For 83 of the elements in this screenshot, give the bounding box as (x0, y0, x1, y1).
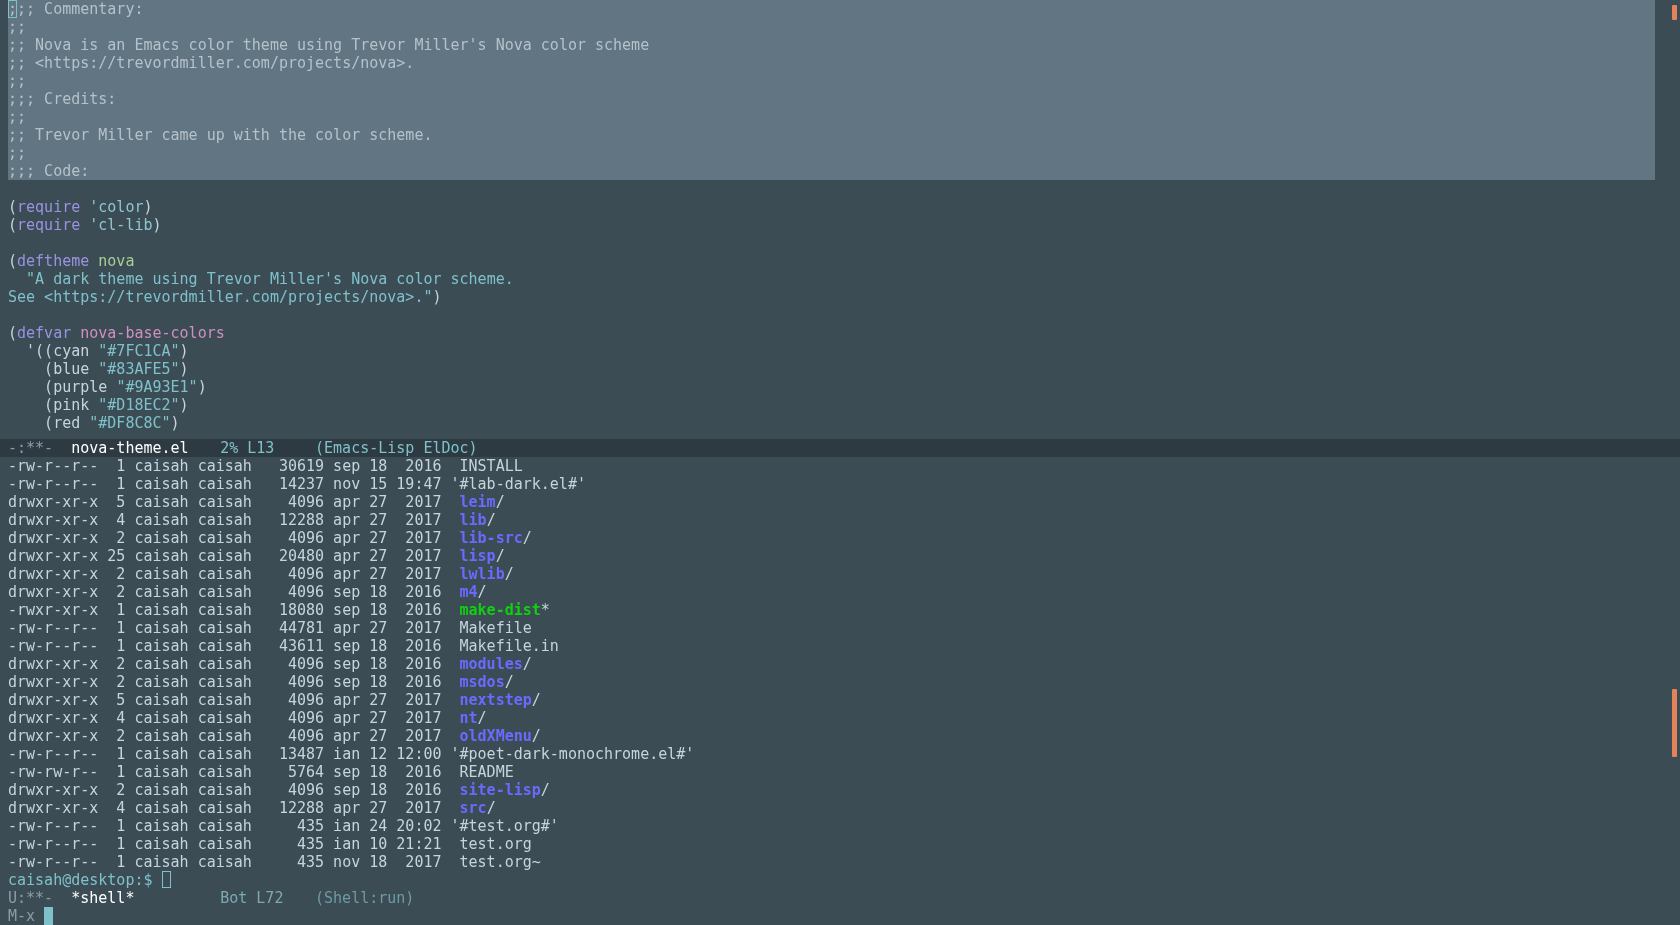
file-details: drwxr-xr-x 5 caisah caisah 4096 apr 27 2017 (8, 493, 442, 511)
file-name: INSTALL (459, 457, 523, 475)
file-name: msdos (459, 673, 505, 691)
code-line: (deftheme nova (8, 252, 136, 270)
file-details: drwxr-xr-x 4 caisah caisah 4096 apr 27 2017 (8, 709, 442, 727)
major-mode: (Shell:run) (315, 889, 415, 907)
file-name: test.org~ (459, 853, 541, 871)
file-details: drwxr-xr-x 2 caisah caisah 4096 sep 18 2016 (8, 583, 442, 601)
file-details: drwxr-xr-x 4 caisah caisah 12288 apr 27 2017 (8, 511, 442, 529)
file-details: -rw-r--r-- 1 caisah caisah 14237 nov 15 19:47 (8, 475, 442, 493)
file-details: drwxr-xr-x 2 caisah caisah 4096 sep 18 2016 (8, 655, 442, 673)
file-name: lib (459, 511, 487, 529)
file-details: drwxr-xr-x 5 caisah caisah 4096 apr 27 2017 (8, 691, 442, 709)
buffer-status: U:**- (8, 889, 55, 907)
file-details: -rw-r--r-- 1 caisah caisah 435 nov 18 2017 (8, 853, 442, 871)
file-type-mark: / (477, 709, 487, 727)
file-name: Makefile (459, 619, 532, 637)
file-type-mark: / (495, 547, 505, 565)
file-type-mark: / (522, 529, 532, 547)
scrollbar-thumb[interactable] (1672, 5, 1677, 20)
file-details: drwxr-xr-x 2 caisah caisah 4096 apr 27 2017 (8, 529, 442, 547)
file-name: Makefile.in (459, 637, 559, 655)
file-details: -rw-r--r-- 1 caisah caisah 30619 sep 18 2016 (8, 457, 442, 475)
file-type-mark: / (522, 655, 532, 673)
file-details: -rw-r--r-- 1 caisah caisah 435 ian 10 21:21 (8, 835, 442, 853)
file-details: -rw-r--r-- 1 caisah caisah 43611 sep 18 2016 (8, 637, 442, 655)
minibuffer-prompt: M-x (8, 907, 36, 925)
file-name: lwlib (459, 565, 505, 583)
buffer-status: -:**- (8, 439, 55, 457)
file-name: make-dist (459, 601, 541, 619)
code-line: '((cyan "#7FC1CA") (25, 342, 190, 360)
code-line: (purple "#9A93E1") (43, 378, 208, 396)
file-details: -rw-r--r-- 1 caisah caisah 13487 ian 12 12:00 (8, 745, 442, 763)
file-details: drwxr-xr-x 2 caisah caisah 4096 apr 27 2017 (8, 727, 442, 745)
code-line: (red "#DF8C8C") (43, 414, 181, 432)
file-name: nt (459, 709, 478, 727)
file-details: -rw-rw-r-- 1 caisah caisah 5764 sep 18 2016 (8, 763, 442, 781)
code-line: (defvar nova-base-colors (8, 324, 226, 342)
file-type-mark: / (486, 799, 496, 817)
file-type-mark: / (531, 727, 541, 745)
file-name: nextstep (459, 691, 532, 709)
file-name: modules (459, 655, 523, 673)
buffer-name[interactable]: nova-theme.el (71, 439, 221, 457)
code-line: (pink "#D18EC2") (43, 396, 190, 414)
file-name: '#poet-dark-monochrome.el#' (450, 745, 695, 763)
shell-prompt: caisah@desktop:$ (8, 871, 153, 889)
code-line: (blue "#83AFE5") (43, 360, 190, 378)
file-details: -rw-r--r-- 1 caisah caisah 44781 apr 27 2017 (8, 619, 442, 637)
file-type-mark: / (477, 583, 487, 601)
file-name: '#lab-dark.el#' (450, 475, 586, 493)
file-name: site-lisp (459, 781, 541, 799)
file-name: oldXMenu (459, 727, 532, 745)
file-name: leim (459, 493, 496, 511)
file-name: test.org (459, 835, 532, 853)
file-type-mark: / (531, 691, 541, 709)
buffer-name[interactable]: *shell* (71, 889, 221, 907)
file-details: drwxr-xr-x 2 caisah caisah 4096 sep 18 2016 (8, 673, 442, 691)
buffer-position: Bot L72 (220, 889, 285, 907)
file-name: lib-src (459, 529, 523, 547)
code-line: (require 'color) (8, 198, 154, 216)
file-details: drwxr-xr-x 25 caisah caisah 20480 apr 27 2017 (8, 547, 442, 565)
file-name: README (459, 763, 514, 781)
file-type-mark: / (540, 781, 550, 799)
file-details: drwxr-xr-x 2 caisah caisah 4096 apr 27 2017 (8, 565, 442, 583)
file-name: src (459, 799, 487, 817)
code-line: (require 'cl-lib) (8, 216, 163, 234)
file-type-mark: / (486, 511, 496, 529)
file-type-mark: / (504, 673, 514, 691)
scrollbar-thumb[interactable] (1672, 689, 1677, 757)
file-type-mark: / (495, 493, 505, 511)
file-details: -rw-r--r-- 1 caisah caisah 435 ian 24 20:02 (8, 817, 442, 835)
file-name: lisp (459, 547, 496, 565)
major-mode: (Emacs-Lisp ElDoc) (315, 439, 478, 457)
buffer-position: 2% L13 (220, 439, 276, 457)
file-details: -rwxr-xr-x 1 caisah caisah 18080 sep 18 2016 (8, 601, 442, 619)
file-details: drwxr-xr-x 2 caisah caisah 4096 sep 18 2016 (8, 781, 442, 799)
file-type-mark: / (504, 565, 514, 583)
file-type-mark: * (540, 601, 550, 619)
code-line: "A dark theme using Trevor Miller's Nova color scheme. (25, 270, 515, 288)
code-line: See <https://trevordmiller.com/projects/nova>.") (8, 288, 443, 306)
file-name: '#test.org#' (450, 817, 559, 835)
file-details: drwxr-xr-x 4 caisah caisah 12288 apr 27 2017 (8, 799, 442, 817)
file-name: m4 (459, 583, 478, 601)
